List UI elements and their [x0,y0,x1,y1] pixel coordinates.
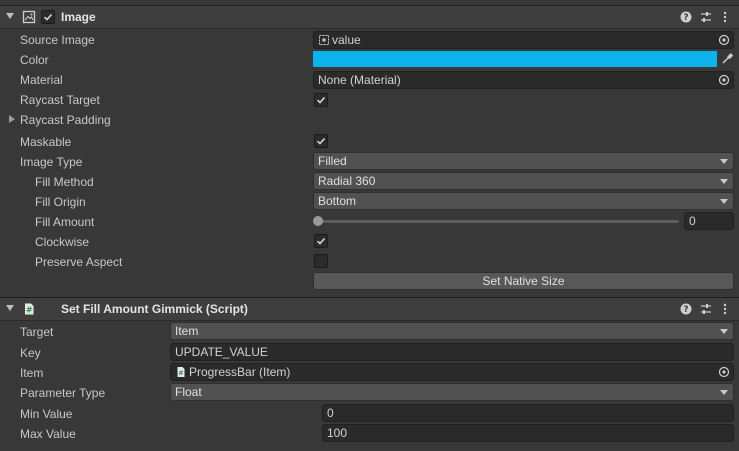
raycast-target-label: Raycast Target [20,93,100,107]
chevron-down-icon [720,179,728,184]
svg-text:#: # [178,369,183,377]
set-native-size-button[interactable]: Set Native Size [313,272,734,290]
script-file-icon: # [177,367,185,377]
eyedropper-icon[interactable] [720,52,734,66]
fill-origin-value: Bottom [318,194,357,208]
component-fold-arrow-icon[interactable] [6,13,14,19]
maskable-label: Maskable [20,135,72,149]
svg-text:#: # [26,306,33,315]
min-value-value: 0 [327,406,334,420]
parameter-type-dropdown[interactable]: Float [170,383,734,401]
material-value: None (Material) [318,73,401,87]
clockwise-checkbox[interactable] [314,234,328,248]
sprite-icon [319,35,329,45]
object-picker-icon[interactable] [718,366,730,378]
min-value-label: Min Value [20,407,73,421]
source-image-value: value [332,33,361,47]
item-value: ProgressBar (Item) [189,365,291,379]
image-enable-checkbox[interactable] [41,10,55,24]
check-icon [316,137,326,145]
fill-method-value: Radial 360 [318,174,376,188]
fill-amount-label: Fill Amount [35,215,95,229]
fill-method-label: Fill Method [35,175,94,189]
material-label: Material [20,73,63,87]
item-field[interactable]: # ProgressBar (Item) [170,363,734,381]
image-type-label: Image Type [20,155,83,169]
clockwise-label: Clockwise [35,235,90,249]
key-value: UPDATE_VALUE [175,345,268,359]
preserve-aspect-checkbox[interactable] [314,254,328,268]
item-label: Item [20,366,44,380]
object-picker-icon[interactable] [718,34,730,46]
presets-icon[interactable] [699,10,713,24]
image-component-icon [22,10,36,24]
gimmick-component-header[interactable]: # Set Fill Amount Gimmick (Script) ? [0,297,739,321]
image-component-header[interactable]: Image ? [0,5,739,29]
color-label: Color [20,53,49,67]
preserve-aspect-label: Preserve Aspect [35,255,123,269]
check-icon [316,237,326,245]
fill-origin-dropdown[interactable]: Bottom [313,192,734,210]
color-swatch[interactable] [313,51,717,67]
help-icon[interactable]: ? [679,302,693,316]
maskable-checkbox[interactable] [314,134,328,148]
image-type-dropdown[interactable]: Filled [313,152,734,170]
max-value-label: Max Value [20,427,76,441]
fill-amount-value: 0 [689,214,696,228]
min-value-field[interactable]: 0 [322,404,734,422]
raycast-padding-foldout-icon[interactable] [9,115,15,123]
fill-origin-label: Fill Origin [35,195,86,209]
source-image-label: Source Image [20,33,95,47]
check-icon [43,13,53,21]
chevron-down-icon [720,390,728,395]
gimmick-component-title: Set Fill Amount Gimmick (Script) [61,302,248,316]
parameter-type-value: Float [175,385,202,399]
chevron-down-icon [720,329,728,334]
image-component-title: Image [61,10,96,24]
chevron-down-icon [720,159,728,164]
slider-track [318,220,679,223]
script-hash-icon: # [25,303,34,315]
component-fold-arrow-icon[interactable] [6,305,14,311]
fill-amount-slider[interactable] [313,212,679,230]
raycast-padding-label[interactable]: Raycast Padding [20,111,111,129]
fill-amount-input[interactable]: 0 [684,212,734,230]
max-value-field[interactable]: 100 [322,424,734,442]
target-dropdown[interactable]: Item [170,322,734,340]
target-label: Target [20,325,54,339]
source-image-field[interactable]: value [313,31,734,49]
help-icon[interactable]: ? [679,10,693,24]
slider-thumb[interactable] [313,216,323,226]
key-field[interactable]: UPDATE_VALUE [170,343,734,361]
max-value-value: 100 [327,426,348,440]
chevron-down-icon [720,199,728,204]
key-label: Key [20,346,41,360]
material-field[interactable]: None (Material) [313,71,734,89]
more-menu-icon[interactable] [718,10,732,24]
object-picker-icon[interactable] [718,74,730,86]
presets-icon[interactable] [699,302,713,316]
fill-method-dropdown[interactable]: Radial 360 [313,172,734,190]
raycast-target-checkbox[interactable] [314,93,328,107]
svg-text:?: ? [683,13,688,23]
more-menu-icon[interactable] [718,302,732,316]
target-value: Item [175,324,199,338]
image-type-value: Filled [318,154,347,168]
svg-text:?: ? [683,305,688,315]
check-icon [316,96,326,104]
parameter-type-label: Parameter Type [20,386,106,400]
